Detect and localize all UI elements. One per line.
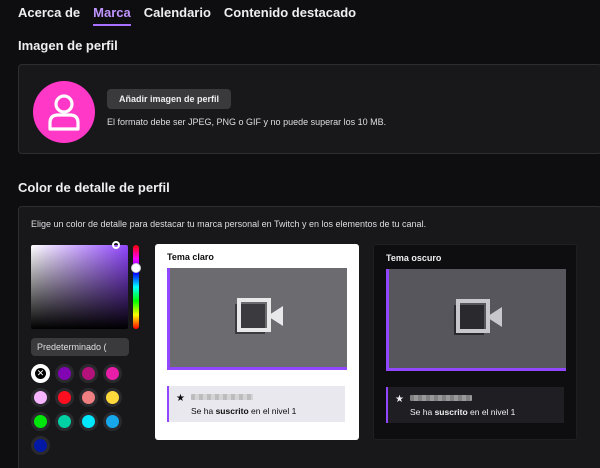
subscription-alert: ★ Se ha suscrito en el nivel 1 — [386, 387, 564, 423]
light-theme-preview: Tema claro ★ Se ha suscrito en el nivel … — [155, 244, 359, 440]
swatch-purple[interactable] — [55, 364, 74, 383]
swatch-light-pink[interactable] — [31, 388, 50, 407]
subscription-text: Se ha suscrito en el nivel 1 — [191, 406, 297, 416]
saturation-value-picker[interactable] — [31, 245, 128, 329]
blurred-username — [191, 394, 253, 400]
swatch-teal[interactable] — [55, 412, 74, 431]
user-icon — [48, 94, 80, 131]
dark-theme-title: Tema oscuro — [386, 253, 442, 263]
swatch-navy[interactable] — [31, 436, 50, 455]
subscription-text: Se ha suscrito en el nivel 1 — [410, 407, 516, 417]
accent-color-description: Elige un color de detalle para destacar … — [31, 219, 427, 229]
saturation-handle[interactable] — [112, 241, 120, 249]
video-player-placeholder — [386, 269, 566, 371]
close-icon: ✕ — [35, 368, 46, 379]
swatch-default[interactable]: ✕ — [31, 364, 50, 383]
blurred-username — [410, 395, 472, 401]
tab-marca[interactable]: Marca — [93, 0, 131, 26]
tab-contenido-destacado[interactable]: Contenido destacado — [224, 0, 356, 26]
hue-slider-handle[interactable] — [131, 263, 141, 273]
swatch-cyan[interactable] — [79, 412, 98, 431]
hex-color-input[interactable] — [31, 338, 129, 356]
hue-slider[interactable] — [133, 245, 139, 329]
swatch-red[interactable] — [55, 388, 74, 407]
subscription-alert: ★ Se ha suscrito en el nivel 1 — [167, 386, 345, 422]
swatch-magenta[interactable] — [79, 364, 98, 383]
avatar — [33, 81, 95, 143]
dark-theme-preview: Tema oscuro ★ Se ha suscrito en el nivel… — [373, 244, 577, 440]
swatch-blue[interactable] — [103, 412, 122, 431]
profile-image-card: Añadir imagen de perfil El formato debe … — [18, 64, 600, 154]
video-camera-icon — [453, 298, 502, 335]
star-icon: ★ — [176, 393, 185, 404]
tab-calendario[interactable]: Calendario — [144, 0, 211, 26]
tab-acerca-de[interactable]: Acerca de — [18, 0, 80, 26]
swatch-green[interactable] — [31, 412, 50, 431]
swatch-yellow[interactable] — [103, 388, 122, 407]
add-profile-image-button[interactable]: Añadir imagen de perfil — [107, 89, 232, 109]
channel-tabs: Acerca de Marca Calendario Contenido des… — [0, 0, 356, 26]
upload-format-hint: El formato debe ser JPEG, PNG o GIF y no… — [107, 117, 387, 127]
accent-color-card: Elige un color de detalle para destacar … — [18, 206, 600, 468]
swatch-pink[interactable] — [103, 364, 122, 383]
swatch-salmon[interactable] — [79, 388, 98, 407]
video-player-placeholder — [167, 268, 347, 370]
video-camera-icon — [234, 297, 283, 334]
star-icon: ★ — [395, 394, 404, 405]
accent-color-title: Color de detalle de perfil — [18, 180, 170, 195]
light-theme-title: Tema claro — [167, 252, 214, 262]
profile-image-title: Imagen de perfil — [18, 38, 118, 53]
